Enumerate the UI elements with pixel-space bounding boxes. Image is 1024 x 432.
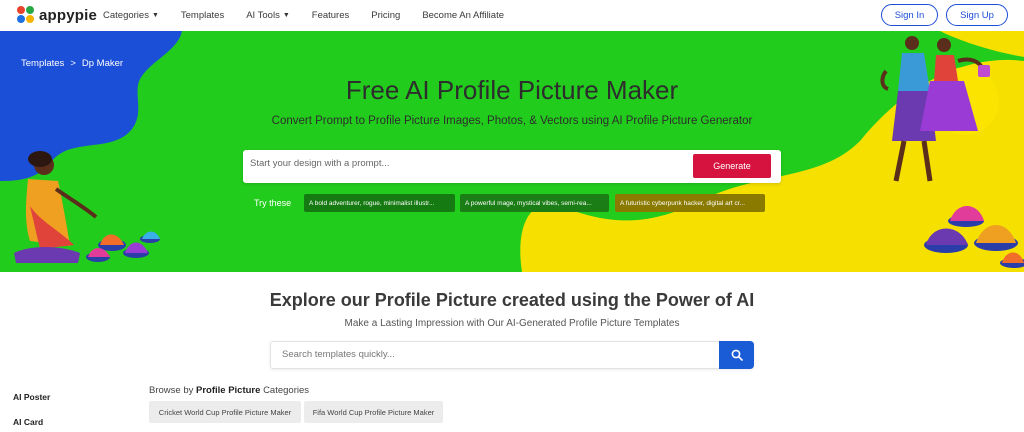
browse-prefix: Browse by xyxy=(149,385,194,396)
prompt-bar: Generate xyxy=(243,150,781,183)
breadcrumb: Templates > Dp Maker xyxy=(21,58,123,69)
explore-subtitle: Make a Lasting Impression with Our AI-Ge… xyxy=(344,318,680,329)
brand-name: appypie xyxy=(39,6,98,24)
breadcrumb-current: Dp Maker xyxy=(81,58,124,69)
page-title: Free AI Profile Picture Maker xyxy=(345,75,679,105)
browse-heading: Browse by Profile Picture Categories xyxy=(149,385,309,396)
suggestion-chip[interactable]: A bold adventurer, rogue, minimalist ill… xyxy=(304,194,455,212)
search-button[interactable] xyxy=(719,341,754,369)
page-subtitle: Convert Prompt to Profile Picture Images… xyxy=(271,115,753,127)
top-navbar: appypie Categories ▼ Templates AI Tools … xyxy=(0,0,1024,31)
nav-item-pricing[interactable]: Pricing xyxy=(371,10,400,21)
caret-down-icon: ▼ xyxy=(151,12,159,19)
nav-label: Become An Affiliate xyxy=(422,10,504,21)
nav-label: Templates xyxy=(180,10,225,21)
prompt-input[interactable] xyxy=(250,158,670,169)
sidebar-item-ai-card[interactable]: AI Card xyxy=(13,417,43,427)
category-chip[interactable]: Fifa World Cup Profile Picture Maker xyxy=(304,401,443,423)
nav-label: Pricing xyxy=(371,10,401,21)
brand-logo[interactable]: appypie xyxy=(17,6,97,24)
search-icon xyxy=(731,349,743,361)
nav-item-ai-tools[interactable]: AI Tools ▼ xyxy=(246,10,290,21)
nav-label: Categories xyxy=(103,10,149,21)
breadcrumb-separator: > xyxy=(70,58,76,69)
nav-item-categories[interactable]: Categories ▼ xyxy=(103,10,159,21)
browse-suffix: Categories xyxy=(263,385,310,396)
hero-banner: Templates > Dp Maker Free AI Profile Pic… xyxy=(0,31,1024,272)
nav-label: AI Tools xyxy=(246,10,280,21)
nav-label: Features xyxy=(311,10,350,21)
suggestion-chip[interactable]: A powerful mage, mystical vibes, semi-re… xyxy=(460,194,609,212)
explore-title: Explore our Profile Picture created usin… xyxy=(269,290,755,310)
suggestion-chip[interactable]: A futuristic cyberpunk hacker, digital a… xyxy=(615,194,765,212)
template-search-input[interactable] xyxy=(282,349,702,360)
nav-item-features[interactable]: Features xyxy=(312,10,350,21)
sign-in-button[interactable]: Sign In xyxy=(881,4,938,26)
generate-button[interactable]: Generate xyxy=(693,154,771,178)
caret-down-icon: ▼ xyxy=(282,12,290,19)
auth-buttons: Sign In Sign Up xyxy=(881,4,1008,26)
template-search-bar xyxy=(270,341,754,369)
try-these-label: Try these xyxy=(254,198,292,208)
main-nav: Categories ▼ Templates AI Tools ▼ Featur… xyxy=(103,0,526,31)
color-bowls-left xyxy=(86,231,160,262)
browse-highlight: Profile Picture xyxy=(196,385,261,396)
sign-up-button[interactable]: Sign Up xyxy=(946,4,1008,26)
category-chip[interactable]: Cricket World Cup Profile Picture Maker xyxy=(149,401,301,423)
nav-item-templates[interactable]: Templates xyxy=(181,10,224,21)
breadcrumb-templates-link[interactable]: Templates xyxy=(21,58,64,69)
sidebar-item-ai-poster[interactable]: AI Poster xyxy=(13,392,50,402)
appypie-logo-icon xyxy=(17,6,35,24)
nav-item-affiliate[interactable]: Become An Affiliate xyxy=(422,10,504,21)
